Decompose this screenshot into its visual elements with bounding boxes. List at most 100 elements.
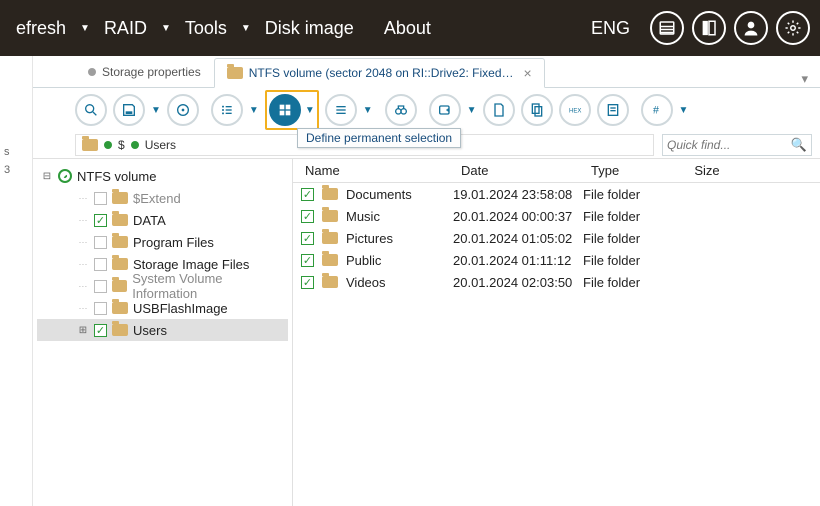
file-row[interactable]: ✓Videos20.01.2024 02:03:50File folder bbox=[293, 271, 820, 293]
tree-item[interactable]: ⋯.$Extend bbox=[37, 187, 288, 209]
tree-label: NTFS volume bbox=[77, 169, 156, 184]
checkbox-icon[interactable]: ✓ bbox=[301, 210, 314, 223]
tree-root[interactable]: ⊟ NTFS volume bbox=[37, 165, 288, 187]
search-icon[interactable] bbox=[75, 94, 107, 126]
binoculars-icon[interactable] bbox=[385, 94, 417, 126]
folder-icon bbox=[112, 324, 128, 336]
menu-refresh[interactable]: efresh bbox=[10, 14, 72, 43]
go-icon[interactable] bbox=[429, 94, 461, 126]
tab-label: NTFS volume (sector 2048 on RI::Drive2: … bbox=[249, 66, 514, 80]
tree-branch-icon: ⋯ bbox=[77, 215, 89, 226]
list-icon[interactable] bbox=[211, 94, 243, 126]
checkbox-icon[interactable]: ✓ bbox=[301, 188, 314, 201]
chevron-down-icon[interactable]: ▼ bbox=[679, 105, 689, 116]
lines-icon[interactable] bbox=[325, 94, 357, 126]
checkbox-icon[interactable]: ✓ bbox=[301, 232, 314, 245]
checkbox-icon[interactable]: . bbox=[94, 302, 107, 315]
hash-icon[interactable]: # bbox=[641, 94, 673, 126]
tab-storage-properties[interactable]: Storage properties bbox=[75, 57, 214, 87]
tree-item[interactable]: ⋯.Program Files bbox=[37, 231, 288, 253]
language-selector[interactable]: ENG bbox=[591, 18, 630, 39]
chevron-down-icon[interactable]: ▼ bbox=[305, 105, 315, 116]
checkbox-icon[interactable]: ✓ bbox=[301, 254, 314, 267]
volume-icon bbox=[58, 169, 72, 183]
define-selection-icon[interactable] bbox=[269, 94, 301, 126]
checkbox-icon[interactable]: . bbox=[94, 258, 107, 271]
folder-icon bbox=[322, 232, 338, 244]
menu-raid[interactable]: RAID bbox=[98, 14, 153, 43]
chevron-down-icon[interactable]: ▼ bbox=[80, 23, 90, 34]
chevron-down-icon[interactable]: ▼ bbox=[467, 105, 477, 116]
chevron-down-icon[interactable]: ▼ bbox=[241, 23, 251, 34]
quick-find[interactable]: 🔍 bbox=[662, 134, 812, 156]
tree-branch-icon: ⋯ bbox=[77, 281, 89, 292]
menu-about[interactable]: About bbox=[378, 14, 437, 43]
file-name: Public bbox=[346, 253, 381, 268]
checkbox-icon[interactable]: ✓ bbox=[94, 324, 107, 337]
expand-icon[interactable]: ⊞ bbox=[77, 325, 89, 336]
file-type: File folder bbox=[583, 253, 663, 268]
collapse-icon[interactable]: ⊟ bbox=[41, 171, 53, 182]
file-row[interactable]: ✓Public20.01.2024 01:11:12File folder bbox=[293, 249, 820, 271]
layout-icon[interactable] bbox=[692, 11, 726, 45]
folder-icon bbox=[82, 139, 98, 151]
disk-icon[interactable] bbox=[167, 94, 199, 126]
chevron-down-icon[interactable]: ▼ bbox=[249, 105, 259, 116]
menu-tools[interactable]: Tools bbox=[179, 14, 233, 43]
toolbar: ▼ ▼ ▼ ▼ ▼ HEX # ▼ Define permanent selec… bbox=[33, 88, 820, 132]
file-type: File folder bbox=[583, 275, 663, 290]
pages-icon[interactable] bbox=[521, 94, 553, 126]
file-row[interactable]: ✓Pictures20.01.2024 01:05:02File folder bbox=[293, 227, 820, 249]
tree-item[interactable]: ⋯ ✓ DATA bbox=[37, 209, 288, 231]
gear-icon[interactable] bbox=[776, 11, 810, 45]
checkbox-icon[interactable]: . bbox=[94, 236, 107, 249]
tree-item[interactable]: ⋯.System Volume Information bbox=[37, 275, 288, 297]
folder-icon bbox=[112, 302, 128, 314]
chevron-down-icon[interactable]: ▼ bbox=[161, 23, 171, 34]
col-date[interactable]: Date bbox=[453, 163, 583, 178]
tree-label: DATA bbox=[133, 213, 166, 228]
file-name: Documents bbox=[346, 187, 412, 202]
tree-label: Storage Image Files bbox=[133, 257, 249, 272]
checkbox-icon[interactable]: . bbox=[94, 192, 107, 205]
status-dot-icon bbox=[104, 141, 112, 149]
col-type[interactable]: Type bbox=[583, 163, 663, 178]
file-date: 20.01.2024 02:03:50 bbox=[453, 275, 583, 290]
folder-icon bbox=[322, 210, 338, 222]
tab-label: Storage properties bbox=[102, 65, 201, 79]
file-date: 20.01.2024 00:00:37 bbox=[453, 209, 583, 224]
chevron-down-icon[interactable]: ▼ bbox=[363, 105, 373, 116]
file-listing: Name Date Type Size ✓Documents19.01.2024… bbox=[293, 159, 820, 506]
folder-tree[interactable]: ⊟ NTFS volume ⋯.$Extend ⋯ ✓ DATA ⋯.Program F… bbox=[33, 159, 293, 506]
quick-find-input[interactable] bbox=[667, 138, 791, 152]
chevron-down-icon[interactable]: ▼ bbox=[151, 105, 161, 116]
folder-icon bbox=[322, 254, 338, 266]
properties-icon[interactable] bbox=[597, 94, 629, 126]
user-icon[interactable] bbox=[734, 11, 768, 45]
tree-item[interactable]: ⊞ ✓ Users bbox=[37, 319, 288, 341]
checkbox-icon[interactable]: ✓ bbox=[301, 276, 314, 289]
menu-disk-image[interactable]: Disk image bbox=[259, 14, 360, 43]
file-row[interactable]: ✓Music20.01.2024 00:00:37File folder bbox=[293, 205, 820, 227]
svg-text:#: # bbox=[653, 104, 659, 116]
crumb-part: $ bbox=[118, 138, 125, 152]
close-icon[interactable]: × bbox=[524, 65, 532, 81]
file-header-row[interactable]: Name Date Type Size bbox=[293, 159, 820, 183]
col-size[interactable]: Size bbox=[663, 163, 743, 178]
file-date: 20.01.2024 01:05:02 bbox=[453, 231, 583, 246]
save-icon[interactable] bbox=[113, 94, 145, 126]
left-gutter: s 3 bbox=[0, 56, 33, 506]
tab-overflow-icon[interactable]: ▾ bbox=[789, 71, 820, 87]
checkbox-icon[interactable]: ✓ bbox=[94, 214, 107, 227]
file-name: Music bbox=[346, 209, 380, 224]
tab-ntfs-volume[interactable]: NTFS volume (sector 2048 on RI::Drive2: … bbox=[214, 58, 545, 88]
page-icon[interactable] bbox=[483, 94, 515, 126]
checkbox-icon[interactable]: . bbox=[94, 280, 107, 293]
tooltip: Define permanent selection bbox=[297, 128, 461, 148]
tree-label: Users bbox=[133, 323, 167, 338]
search-icon[interactable]: 🔍 bbox=[791, 137, 807, 153]
hex-icon[interactable]: HEX bbox=[559, 94, 591, 126]
text-mode-icon[interactable] bbox=[650, 11, 684, 45]
file-row[interactable]: ✓Documents19.01.2024 23:58:08File folder bbox=[293, 183, 820, 205]
col-name[interactable]: Name bbox=[293, 163, 453, 178]
